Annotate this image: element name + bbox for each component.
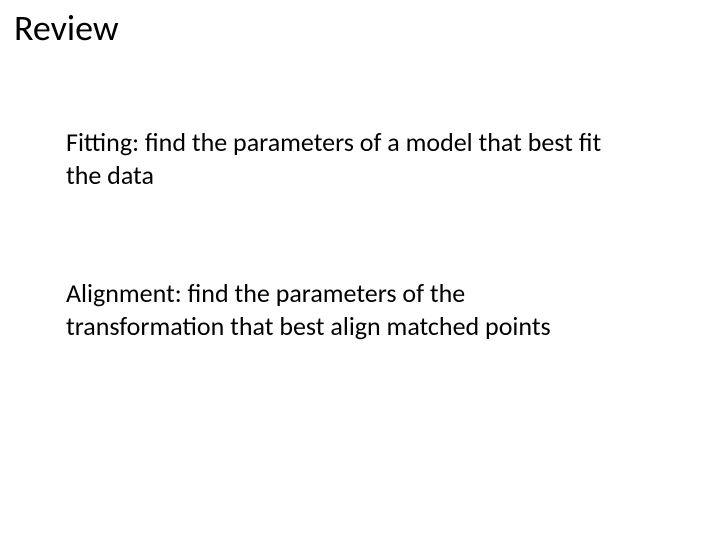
paragraph-alignment: Alignment: find the parameters of the tr… bbox=[66, 277, 626, 342]
slide-body: Fitting: find the parameters of a model … bbox=[66, 126, 626, 428]
slide: Review Fitting: find the parameters of a… bbox=[0, 0, 720, 540]
slide-title: Review bbox=[14, 6, 119, 50]
paragraph-fitting: Fitting: find the parameters of a model … bbox=[66, 126, 626, 191]
